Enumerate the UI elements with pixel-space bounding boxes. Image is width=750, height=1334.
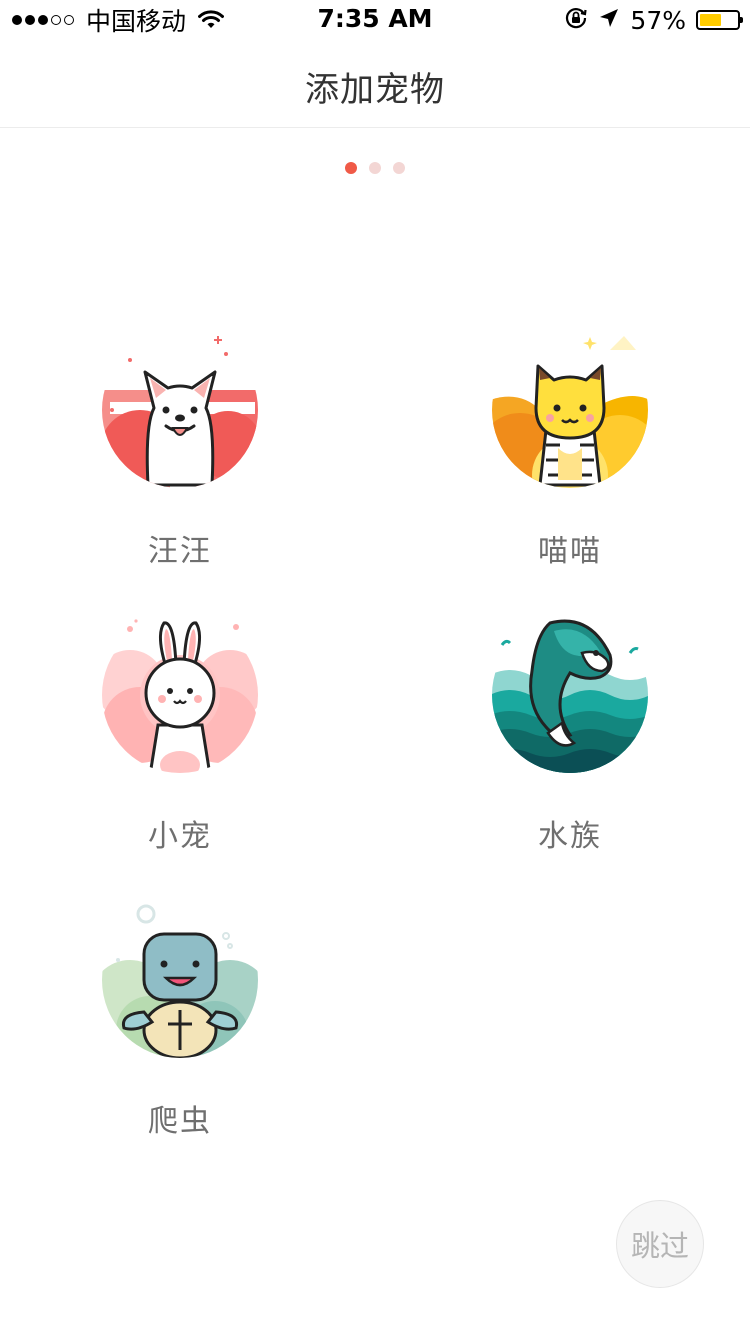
status-bar: 中国移动 7:35 AM 57% <box>0 0 750 40</box>
page-dot-1[interactable] <box>345 162 357 174</box>
skip-button[interactable]: 跳过 <box>616 1200 704 1288</box>
battery-level <box>700 14 721 26</box>
pet-label: 爬虫 <box>148 1104 212 1139</box>
page-dot-2[interactable] <box>369 162 381 174</box>
rabbit-icon <box>102 617 258 773</box>
battery-percentage: 57% <box>630 5 686 35</box>
turtle-icon <box>102 902 258 1058</box>
pet-label: 小宠 <box>148 819 212 854</box>
status-right: 57% <box>564 5 743 35</box>
cat-icon <box>492 332 648 488</box>
pet-label: 喵喵 <box>538 534 602 569</box>
nav-bar: 添加宠物 <box>0 40 750 128</box>
pet-option-small-pet[interactable]: 小宠 <box>80 615 280 855</box>
pet-label: 汪汪 <box>148 534 212 569</box>
page-dot-3[interactable] <box>393 162 405 174</box>
page-title: 添加宠物 <box>305 70 445 110</box>
fish-icon <box>492 617 648 773</box>
pet-option-aquatic[interactable]: 水族 <box>470 615 670 855</box>
location-arrow-icon <box>598 7 620 33</box>
orientation-lock-icon <box>564 6 588 34</box>
pet-label: 水族 <box>538 819 602 854</box>
page-indicator <box>0 162 750 174</box>
pet-option-reptile[interactable]: 爬虫 <box>80 900 280 1140</box>
dog-icon <box>102 332 258 488</box>
pet-option-dog[interactable]: 汪汪 <box>80 330 280 570</box>
pet-option-cat[interactable]: 喵喵 <box>470 330 670 570</box>
battery-icon <box>696 10 743 30</box>
